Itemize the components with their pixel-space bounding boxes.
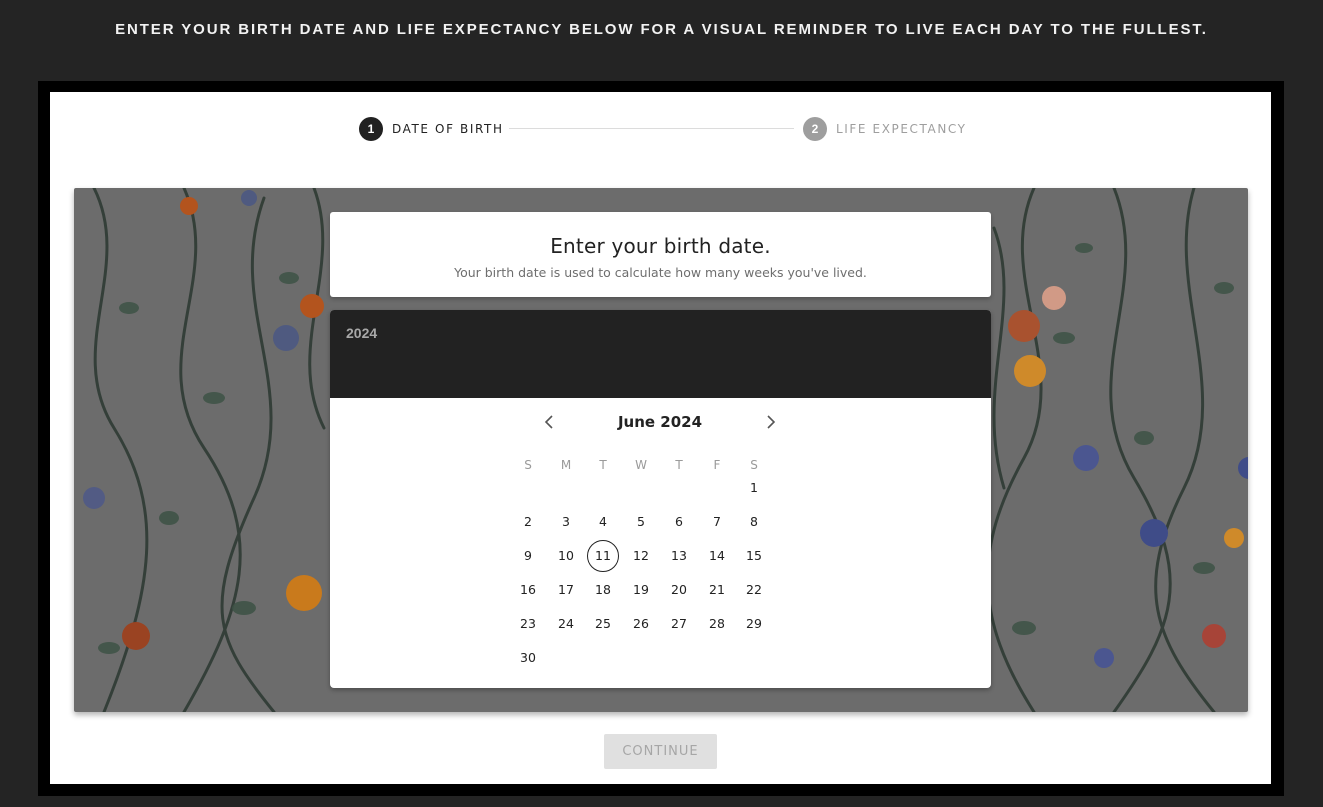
step-life-expectancy: 2 LIFE EXPECTANCY [803, 117, 967, 141]
app-frame: 1 DATE OF BIRTH 2 LIFE EXPECTANCY Enter … [38, 81, 1284, 796]
weekday-label: S [750, 458, 758, 472]
date-picker: 2024 June 2024 SMTWTFS 1 2 3 4 5 6 7 8 9 10 11 12 13… [330, 310, 991, 688]
step-date-of-birth: 1 DATE OF BIRTH [359, 117, 504, 141]
step-label: LIFE EXPECTANCY [836, 122, 967, 136]
calendar-day[interactable]: 20 [663, 574, 695, 606]
calendar-day[interactable]: 16 [512, 574, 544, 606]
date-picker-header: 2024 [330, 310, 991, 398]
step-label: DATE OF BIRTH [392, 122, 504, 136]
calendar-day[interactable]: 19 [625, 574, 657, 606]
calendar-day[interactable]: 26 [625, 608, 657, 640]
page-banner: ENTER YOUR BIRTH DATE AND LIFE EXPECTANC… [115, 21, 1208, 38]
calendar-day[interactable]: 17 [550, 574, 582, 606]
calendar-day[interactable]: 22 [738, 574, 770, 606]
calendar-day[interactable]: 15 [738, 540, 770, 572]
month-label: June 2024 [617, 413, 703, 431]
calendar-day[interactable]: 27 [663, 608, 695, 640]
calendar-day[interactable]: 14 [701, 540, 733, 572]
calendar-day[interactable]: 13 [663, 540, 695, 572]
weekday-label: M [560, 458, 572, 472]
calendar-day[interactable]: 10 [550, 540, 582, 572]
calendar-day[interactable]: 6 [663, 506, 695, 538]
calendar-day[interactable]: 18 [587, 574, 619, 606]
birth-date-prompt-card: Enter your birth date. Your birth date i… [330, 212, 991, 297]
floral-background-panel: Enter your birth date. Your birth date i… [74, 188, 1248, 712]
calendar-day[interactable]: 2 [512, 506, 544, 538]
calendar-day[interactable]: 30 [512, 642, 544, 674]
chevron-left-icon [544, 415, 553, 429]
picker-year[interactable]: 2024 [346, 325, 377, 341]
previous-month-button[interactable] [537, 410, 561, 434]
prompt-subtitle: Your birth date is used to calculate how… [454, 265, 867, 280]
calendar-day[interactable]: 3 [550, 506, 582, 538]
calendar-day[interactable]: 1 [738, 472, 770, 504]
wizard-card: 1 DATE OF BIRTH 2 LIFE EXPECTANCY Enter … [50, 92, 1271, 784]
calendar-day[interactable]: 9 [512, 540, 544, 572]
calendar-day[interactable]: 29 [738, 608, 770, 640]
calendar-day[interactable]: 28 [701, 608, 733, 640]
weekday-label: S [524, 458, 532, 472]
prompt-title: Enter your birth date. [550, 234, 771, 258]
calendar-day[interactable]: 5 [625, 506, 657, 538]
step-number-badge: 1 [359, 117, 383, 141]
calendar-day[interactable]: 4 [587, 506, 619, 538]
calendar-day[interactable]: 23 [512, 608, 544, 640]
chevron-right-icon [767, 415, 776, 429]
step-number-badge: 2 [803, 117, 827, 141]
weekday-label: T [599, 458, 607, 472]
calendar-day[interactable]: 12 [625, 540, 657, 572]
weekday-label: F [713, 458, 721, 472]
calendar-day[interactable]: 8 [738, 506, 770, 538]
weekday-label: W [635, 458, 647, 472]
step-connector [509, 128, 794, 129]
continue-button[interactable]: CONTINUE [604, 734, 717, 769]
weekday-label: T [675, 458, 683, 472]
calendar-day[interactable]: 7 [701, 506, 733, 538]
calendar-day[interactable]: 24 [550, 608, 582, 640]
next-month-button[interactable] [759, 410, 783, 434]
calendar-day[interactable]: 21 [701, 574, 733, 606]
calendar-day-today[interactable]: 11 [587, 540, 619, 572]
calendar-day[interactable]: 25 [587, 608, 619, 640]
